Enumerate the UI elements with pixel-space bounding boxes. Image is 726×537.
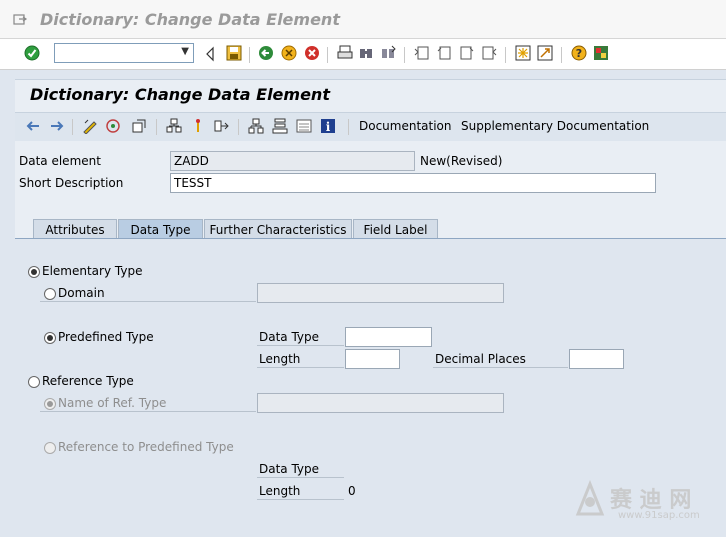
details-icon[interactable]	[296, 118, 312, 134]
display-change-icon[interactable]	[82, 118, 98, 135]
info-icon[interactable]: i	[320, 118, 336, 134]
back-arrow-icon[interactable]	[25, 118, 41, 134]
toolbar-separator	[404, 47, 405, 63]
toolbar-separator	[505, 47, 506, 63]
decimal-places-label: Decimal Places	[435, 352, 526, 366]
ref-length-value: 0	[348, 484, 356, 498]
last-page-icon[interactable]	[481, 45, 497, 61]
domain-field[interactable]	[257, 283, 504, 303]
domain-radio[interactable]	[44, 288, 56, 300]
layout-icon[interactable]	[593, 45, 609, 61]
documentation-button[interactable]: Documentation	[359, 119, 452, 133]
ref-data-type-underline	[257, 477, 344, 478]
predefined-type-label: Predefined Type	[58, 330, 154, 344]
svg-text:i: i	[326, 120, 331, 134]
decimal-places-underline	[433, 367, 568, 368]
save-icon[interactable]	[226, 45, 242, 61]
shortcut-icon[interactable]	[537, 45, 553, 61]
sap-menu-icon[interactable]	[12, 12, 28, 28]
elementary-type-radio[interactable]	[28, 266, 40, 278]
length-underline	[257, 367, 344, 368]
help-icon[interactable]: ?	[571, 45, 587, 61]
decimal-places-field[interactable]	[569, 349, 624, 369]
short-description-label: Short Description	[19, 176, 124, 190]
toolbar-separator	[238, 119, 239, 135]
toolbar-separator	[72, 119, 73, 135]
toolbar-separator	[348, 119, 349, 135]
back-nav-icon[interactable]	[258, 45, 274, 61]
supplementary-documentation-button[interactable]: Supplementary Documentation	[461, 119, 649, 133]
short-description-field[interactable]: TESST	[170, 173, 656, 193]
page-title-bar: Dictionary: Change Data Element	[15, 79, 726, 112]
watermark-url: www.91sap.com	[618, 510, 700, 521]
data-type-underline	[257, 345, 344, 346]
status-text: New(Revised)	[420, 154, 503, 168]
data-type-label: Data Type	[259, 330, 320, 344]
data-element-field[interactable]: ZADD	[170, 151, 415, 171]
system-toolbar: ▼ ?	[0, 39, 726, 70]
object-list-icon[interactable]	[248, 118, 264, 134]
length-field[interactable]	[345, 349, 400, 369]
check-icon[interactable]	[131, 118, 147, 134]
prev-page-icon[interactable]	[436, 45, 452, 61]
hierarchy-icon[interactable]	[190, 118, 206, 134]
tab-further-characteristics[interactable]: Further Characteristics	[204, 219, 352, 239]
reference-type-label: Reference Type	[42, 374, 134, 388]
name-of-ref-type-field	[257, 393, 504, 413]
domain-underline	[40, 301, 256, 302]
reference-predefined-radio	[44, 442, 56, 454]
command-field[interactable]: ▼	[54, 43, 194, 63]
first-page-icon[interactable]	[414, 45, 430, 61]
window-title: Dictionary: Change Data Element	[40, 10, 340, 29]
collapse-left-icon[interactable]	[203, 46, 219, 62]
application-toolbar: i Documentation Supplementary Documentat…	[15, 112, 726, 142]
data-type-field[interactable]	[345, 327, 432, 347]
name-of-ref-type-label: Name of Ref. Type	[58, 396, 167, 410]
domain-label: Domain	[58, 286, 105, 300]
svg-text:?: ?	[576, 47, 582, 60]
exit-icon[interactable]	[281, 45, 297, 61]
enter-icon[interactable]	[24, 45, 40, 61]
ref-length-label: Length	[259, 484, 301, 498]
toolbar-separator	[249, 47, 250, 63]
elementary-type-label: Elementary Type	[42, 264, 143, 278]
tab-attributes[interactable]: Attributes	[33, 219, 117, 239]
page-title: Dictionary: Change Data Element	[30, 85, 330, 104]
ref-data-type-label: Data Type	[259, 462, 320, 476]
create-session-icon[interactable]	[515, 45, 531, 61]
find-icon[interactable]	[358, 45, 374, 61]
stack-icon[interactable]	[272, 118, 288, 134]
data-element-label: Data element	[19, 154, 101, 168]
tab-data-type[interactable]: Data Type	[118, 219, 203, 239]
toolbar-separator	[156, 119, 157, 135]
name-of-ref-type-underline	[40, 411, 256, 412]
tab-field-label[interactable]: Field Label	[353, 219, 438, 239]
find-next-icon[interactable]	[380, 45, 396, 61]
ref-length-underline	[257, 499, 344, 500]
reference-predefined-label: Reference to Predefined Type	[58, 440, 234, 454]
chevron-down-icon[interactable]: ▼	[181, 46, 189, 57]
watermark-logo	[572, 479, 608, 523]
cancel-icon[interactable]	[304, 45, 320, 61]
predefined-type-radio[interactable]	[44, 332, 56, 344]
where-used-icon[interactable]	[166, 118, 182, 134]
next-page-icon[interactable]	[459, 45, 475, 61]
print-icon[interactable]	[337, 45, 353, 61]
navigate-icon[interactable]	[214, 118, 230, 134]
forward-arrow-icon[interactable]	[49, 118, 65, 134]
reference-type-radio[interactable]	[28, 376, 40, 388]
length-label: Length	[259, 352, 301, 366]
toolbar-separator	[561, 47, 562, 63]
name-of-ref-type-radio	[44, 398, 56, 410]
window-title-bar: Dictionary: Change Data Element	[0, 0, 726, 39]
activate-icon[interactable]	[105, 118, 121, 134]
toolbar-separator	[327, 47, 328, 63]
